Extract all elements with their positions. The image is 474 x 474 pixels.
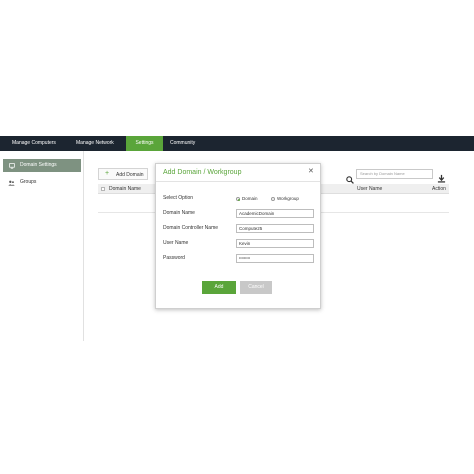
- domain-name-label: Domain Name: [163, 210, 195, 216]
- domain-name-input[interactable]: AcademicDomain: [236, 209, 314, 218]
- groups-icon: [8, 176, 15, 189]
- user-name-label: User Name: [163, 240, 189, 246]
- sidebar-item-label: Domain Settings: [20, 162, 57, 168]
- column-action: Action: [432, 186, 446, 192]
- search-input[interactable]: Search by Domain Name: [356, 169, 433, 179]
- add-domain-dialog: Add Domain / Workgroup ✕ Select Option D…: [155, 163, 321, 309]
- dialog-title: Add Domain / Workgroup: [163, 169, 242, 176]
- sidebar-item-groups[interactable]: Groups: [3, 176, 81, 189]
- dialog-divider: [156, 181, 320, 182]
- sidebar-item-domain-settings[interactable]: Domain Settings: [3, 159, 81, 172]
- radio-indicator: [271, 197, 275, 201]
- password-label: Password: [163, 255, 185, 261]
- plus-icon: +: [105, 170, 110, 177]
- nav-manage-network[interactable]: Manage Network: [72, 136, 118, 151]
- select-all-checkbox[interactable]: [101, 187, 105, 191]
- top-nav: Manage Computers Manage Network Settings…: [0, 136, 474, 151]
- password-input[interactable]: •••••••••: [236, 254, 314, 263]
- select-option-label: Select Option: [163, 195, 194, 201]
- nav-settings[interactable]: Settings: [126, 136, 163, 151]
- add-domain-button[interactable]: + Add Domain: [98, 168, 148, 180]
- search-icon[interactable]: [346, 171, 354, 184]
- sidebar-item-label: Groups: [20, 179, 37, 185]
- close-icon[interactable]: ✕: [308, 167, 314, 175]
- cancel-button[interactable]: Cancel: [240, 281, 272, 294]
- domain-icon: [8, 159, 15, 172]
- domain-controller-input[interactable]: Compute25: [236, 224, 314, 233]
- column-user-name[interactable]: User Name: [357, 184, 382, 194]
- add-button[interactable]: Add: [202, 281, 236, 294]
- column-domain-name[interactable]: Domain Name: [109, 184, 141, 194]
- nav-manage-computers[interactable]: Manage Computers: [8, 136, 60, 151]
- nav-community[interactable]: Community: [166, 136, 199, 151]
- sidebar: Domain Settings Groups: [0, 151, 84, 341]
- download-icon[interactable]: [437, 170, 446, 183]
- user-name-input[interactable]: Kevin: [236, 239, 314, 248]
- domain-controller-label: Domain Controller Name: [163, 225, 219, 231]
- radio-selected-indicator: [236, 197, 240, 201]
